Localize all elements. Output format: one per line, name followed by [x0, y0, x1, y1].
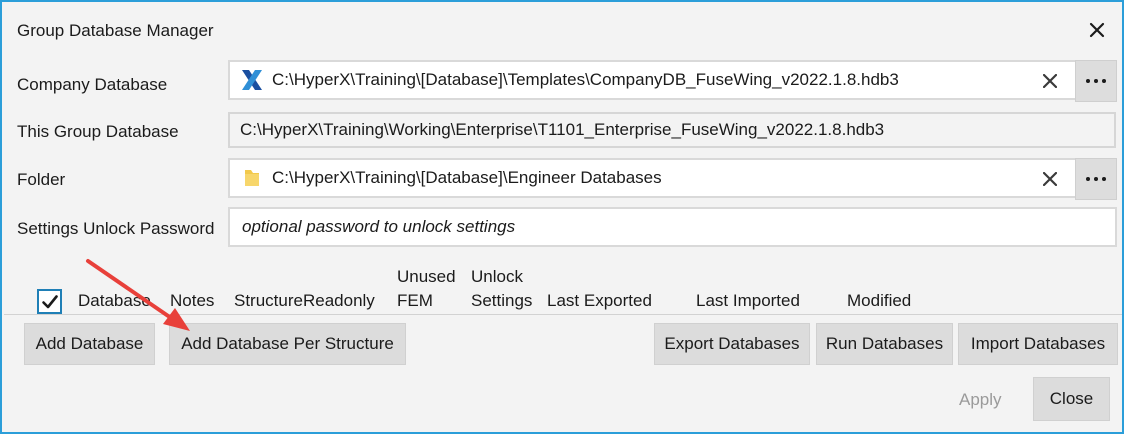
column-header-structure-readonly[interactable]: StructureReadonly	[234, 289, 375, 313]
group-database-label: This Group Database	[17, 122, 179, 141]
company-database-path: C:\HyperX\Training\[Database]\Templates\…	[272, 70, 899, 89]
clear-folder-icon[interactable]	[1037, 166, 1063, 192]
column-header-unused-fem[interactable]: Unused FEM	[397, 265, 456, 313]
column-header-last-exported[interactable]: Last Exported	[547, 289, 652, 313]
table-divider	[4, 314, 1122, 315]
import-databases-button[interactable]: Import Databases	[958, 323, 1118, 365]
folder-icon	[230, 167, 268, 189]
column-header-modified[interactable]: Modified	[847, 289, 911, 313]
group-database-manager-dialog: Group Database Manager Company Database …	[0, 0, 1124, 434]
column-header-database[interactable]: Database	[78, 289, 151, 313]
export-databases-button[interactable]: Export Databases	[654, 323, 810, 365]
apply-button[interactable]: Apply	[959, 390, 1002, 410]
column-header-unlock-settings-line2: Settings	[471, 291, 533, 310]
browse-company-database-button[interactable]	[1075, 60, 1117, 102]
column-header-last-imported[interactable]: Last Imported	[696, 289, 800, 313]
group-database-field: C:\HyperX\Training\Working\Enterprise\T1…	[228, 112, 1116, 148]
folder-field[interactable]: C:\HyperX\Training\[Database]\Engineer D…	[228, 158, 1117, 200]
dialog-title: Group Database Manager	[17, 21, 214, 40]
password-label: Settings Unlock Password	[17, 219, 215, 238]
column-header-notes[interactable]: Notes	[170, 289, 214, 313]
add-database-per-structure-button[interactable]: Add Database Per Structure	[169, 323, 406, 365]
ellipsis-icon	[1086, 177, 1106, 181]
company-database-field[interactable]: C:\HyperX\Training\[Database]\Templates\…	[228, 60, 1117, 102]
folder-path: C:\HyperX\Training\[Database]\Engineer D…	[272, 168, 662, 187]
add-database-button[interactable]: Add Database	[24, 323, 155, 365]
browse-folder-button[interactable]	[1075, 158, 1117, 200]
group-database-path: C:\HyperX\Training\Working\Enterprise\T1…	[240, 120, 885, 139]
company-database-label: Company Database	[17, 75, 168, 94]
clear-company-database-icon[interactable]	[1037, 68, 1063, 94]
ellipsis-icon	[1086, 79, 1106, 83]
column-header-unlock-settings[interactable]: Unlock Settings	[471, 265, 532, 313]
select-all-checkbox[interactable]	[37, 289, 62, 314]
folder-label: Folder	[17, 170, 66, 189]
hyperx-logo-icon	[230, 67, 268, 93]
close-icon[interactable]	[1085, 18, 1109, 42]
close-button[interactable]: Close	[1033, 377, 1110, 421]
password-input[interactable]	[230, 209, 1115, 245]
run-databases-button[interactable]: Run Databases	[816, 323, 953, 365]
password-field[interactable]	[228, 207, 1117, 247]
checkmark-icon	[41, 294, 58, 308]
column-header-unlock-settings-line1: Unlock	[471, 267, 523, 286]
column-header-unused-fem-line2: FEM	[397, 291, 433, 310]
column-header-unused-fem-line1: Unused	[397, 267, 456, 286]
